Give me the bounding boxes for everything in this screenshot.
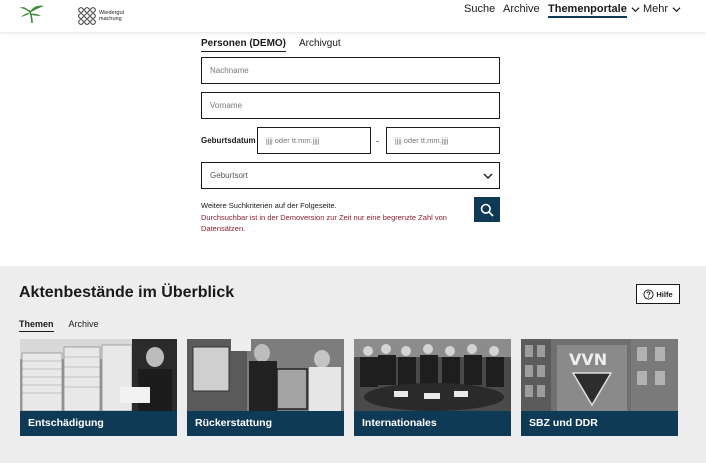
chevron-down-icon (483, 173, 493, 179)
card-label: Entschädigung (20, 411, 177, 436)
lastname-input[interactable] (201, 57, 500, 84)
card-photo-paintings (187, 339, 344, 411)
tab-personen[interactable]: Personen (DEMO) (201, 38, 287, 52)
help-button[interactable]: Hilfe (636, 284, 680, 304)
tab-archive[interactable]: Archive (69, 319, 99, 332)
chevron-down-icon (631, 6, 640, 12)
card-label: Rückerstattung (187, 411, 344, 436)
card-label: SBZ und DDR (521, 411, 678, 436)
nav-suche[interactable]: Suche (464, 3, 495, 15)
logo-text: Wiedergut machung (99, 10, 125, 22)
overview-tabs: Themen Archive (19, 319, 114, 332)
card-label: Internationales (354, 411, 511, 436)
birthdate-to-input[interactable] (386, 127, 500, 154)
svg-text:VVN: VVN (569, 350, 607, 369)
birthplace-select[interactable]: Geburtsort (201, 162, 500, 189)
wiedergutmachung-logo[interactable]: Wiedergut machung (78, 7, 135, 25)
tab-themen[interactable]: Themen (19, 319, 54, 332)
search-icon (480, 203, 494, 217)
tab-archivgut[interactable]: Archivgut (299, 38, 341, 52)
card-sbz-ddr[interactable]: VVN SBZ und DDR (521, 339, 678, 436)
nav-mehr[interactable]: Mehr (643, 3, 681, 15)
nav-themenportale[interactable]: Themenportale (548, 3, 640, 18)
card-entschaedigung[interactable]: Entschädigung (20, 339, 177, 436)
search-button[interactable] (474, 197, 500, 222)
date-separator: - (376, 136, 379, 146)
birthdate-label: Geburtsdatum (201, 136, 256, 145)
chevron-down-icon (672, 6, 681, 12)
overview-section: Aktenbestände im Überblick Hilfe Themen … (0, 266, 706, 463)
birthplace-select-value: Geburtsort (210, 171, 248, 180)
nav-mehr-label: Mehr (643, 3, 669, 15)
top-header: Wiedergut machung Suche Archive Themenpo… (0, 0, 706, 32)
firstname-input[interactable] (201, 92, 500, 119)
help-label: Hilfe (656, 289, 673, 299)
birthdate-from-input[interactable] (257, 127, 371, 154)
card-rueckerstattung[interactable]: Rückerstattung (187, 339, 344, 436)
nav-archive[interactable]: Archive (503, 3, 540, 15)
leaf-logo-icon[interactable] (19, 4, 45, 24)
card-photo-files (20, 339, 177, 411)
nav-themenportale-label: Themenportale (548, 3, 627, 18)
card-photo-meeting (354, 339, 511, 411)
card-photo-building: VVN (521, 339, 678, 411)
question-circle-icon (643, 288, 654, 300)
more-criteria-hint: Weitere Suchkriterien auf der Folgeseite… (201, 201, 337, 210)
circles-logo-icon (78, 7, 96, 25)
demo-notice: Durchsuchbar ist in der Demoversion zur … (201, 213, 447, 233)
section-title: Aktenbestände im Überblick (19, 284, 235, 301)
search-tabs: Personen (DEMO) Archivgut (201, 38, 354, 52)
card-internationales[interactable]: Internationales (354, 339, 511, 436)
